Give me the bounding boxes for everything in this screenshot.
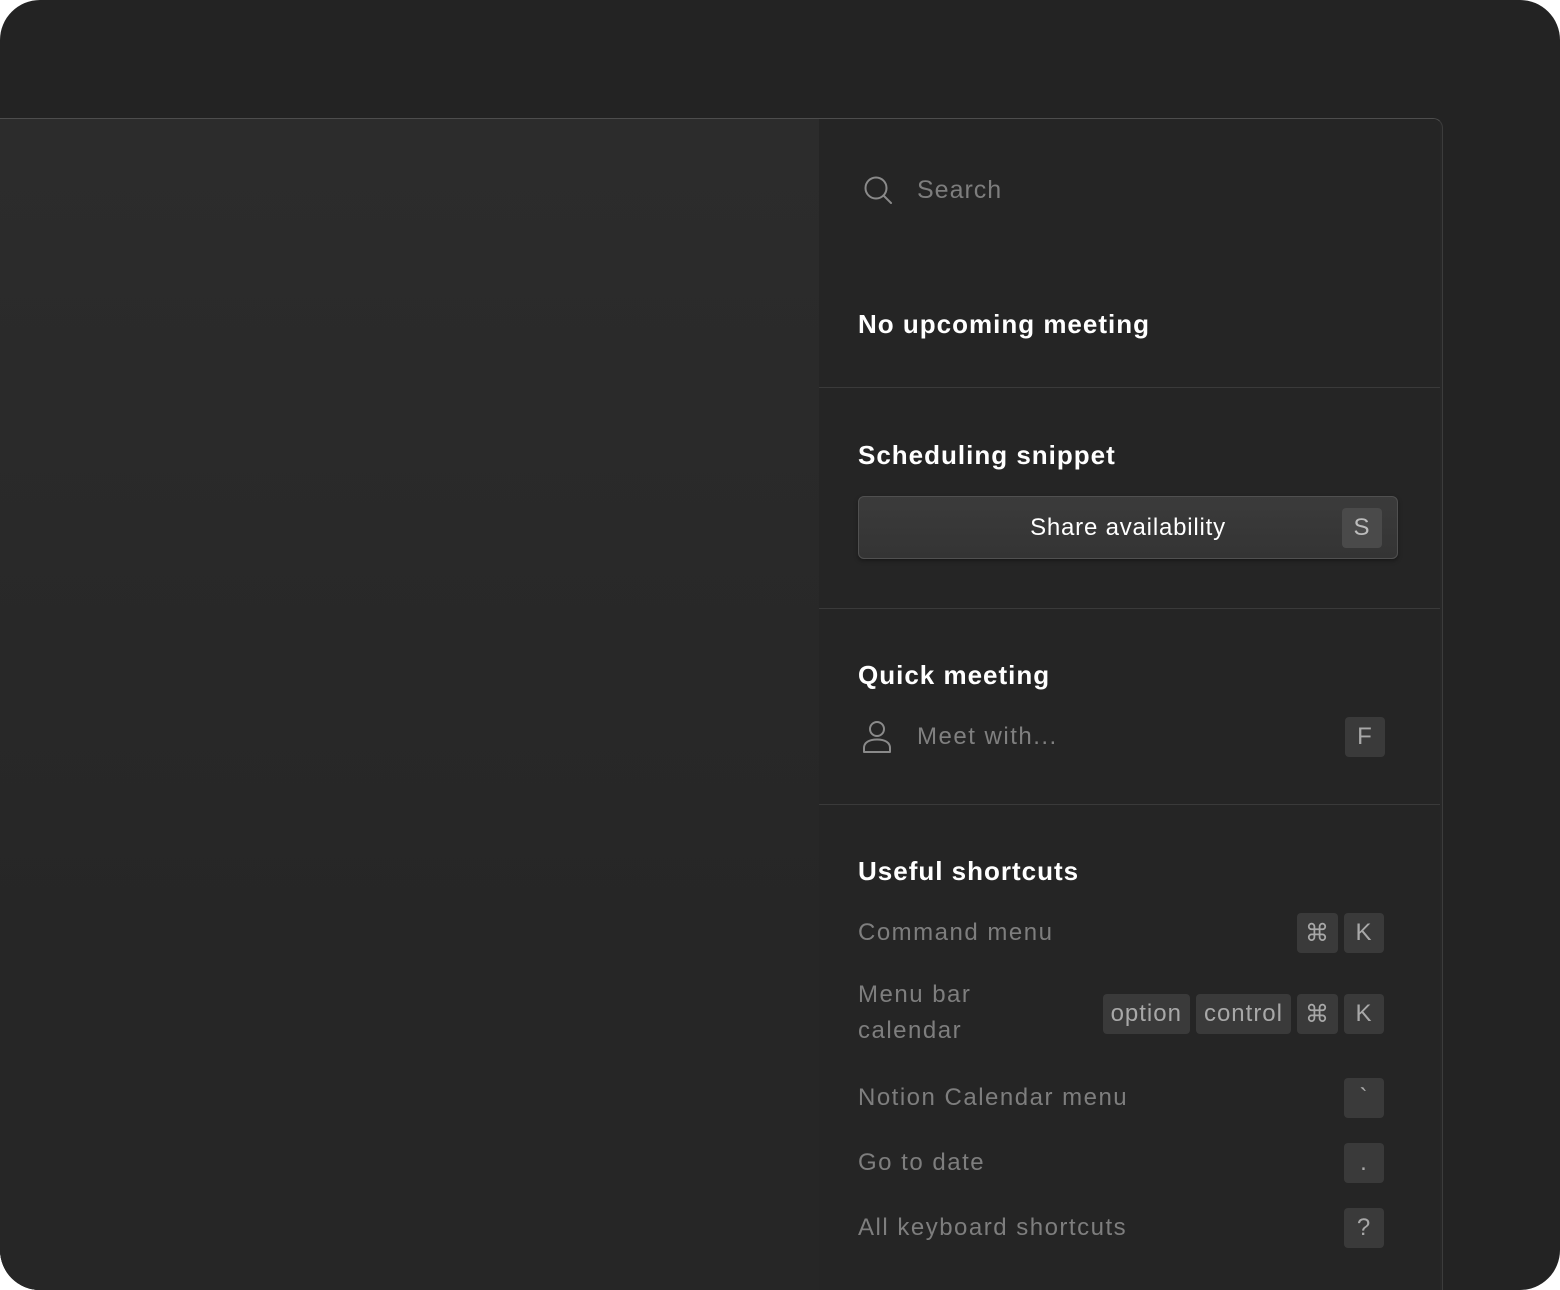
search-icon	[864, 176, 892, 204]
option-key: option	[1102, 994, 1190, 1034]
shortcut-key: S	[1342, 508, 1382, 548]
shortcut-keys: ?	[1344, 1208, 1384, 1248]
shortcut-label: Notion Calendar menu	[858, 1084, 1129, 1111]
control-key: control	[1195, 994, 1291, 1034]
upcoming-meeting-title: No upcoming meeting	[858, 309, 1150, 339]
share-availability-label: Share availability	[1030, 513, 1226, 541]
shortcut-keys: ⌘ K	[1297, 913, 1384, 953]
scheduling-snippet-title: Scheduling snippet	[858, 440, 1116, 470]
shortcut-key: K	[1344, 913, 1384, 953]
shortcut-keys: `	[1344, 1078, 1384, 1118]
meet-with-button[interactable]: Meet with... F	[861, 716, 1385, 758]
meet-with-label: Meet with...	[917, 723, 1058, 750]
quick-meeting-title: Quick meeting	[858, 660, 1051, 690]
divider	[819, 608, 1440, 609]
search-input[interactable]	[917, 175, 1317, 205]
shortcut-notion-calendar-menu[interactable]: Notion Calendar menu `	[858, 1077, 1384, 1119]
shortcut-label: All keyboard shortcuts	[858, 1214, 1128, 1241]
shortcut-go-to-date[interactable]: Go to date .	[858, 1142, 1384, 1184]
useful-shortcuts-title: Useful shortcuts	[858, 856, 1080, 886]
screen: No upcoming meeting Scheduling snippet S…	[0, 0, 1560, 1290]
shortcut-key: K	[1344, 994, 1384, 1034]
command-key: ⌘	[1297, 913, 1338, 953]
search-bar[interactable]	[863, 169, 1403, 211]
shortcut-all-keyboard-shortcuts[interactable]: All keyboard shortcuts ?	[858, 1207, 1384, 1249]
shortcut-command-menu[interactable]: Command menu ⌘ K	[858, 912, 1384, 954]
period-key: .	[1344, 1143, 1384, 1183]
command-key: ⌘	[1297, 994, 1338, 1034]
shortcut-label: Command menu	[858, 919, 1054, 946]
side-panel: No upcoming meeting Scheduling snippet S…	[819, 119, 1440, 1290]
shortcut-label: Go to date	[858, 1149, 986, 1176]
app-window: No upcoming meeting Scheduling snippet S…	[0, 118, 1443, 1290]
main-content-area	[0, 119, 819, 1290]
shortcut-key: F	[1345, 717, 1385, 757]
share-availability-button[interactable]: Share availability S	[858, 496, 1398, 559]
divider	[819, 387, 1440, 388]
question-mark-key: ?	[1344, 1208, 1384, 1248]
shortcut-keys: option control ⌘ K	[1102, 994, 1384, 1034]
shortcut-label-line-1: Menu bar	[858, 981, 972, 1008]
shortcut-keys: .	[1344, 1143, 1384, 1183]
shortcut-label-line-2: calendar	[858, 1017, 963, 1044]
divider	[819, 804, 1440, 805]
person-icon	[863, 721, 891, 753]
backtick-key: `	[1344, 1078, 1384, 1118]
shortcut-menu-bar-calendar[interactable]: Menu bar calendar option control ⌘ K	[858, 977, 1384, 1051]
